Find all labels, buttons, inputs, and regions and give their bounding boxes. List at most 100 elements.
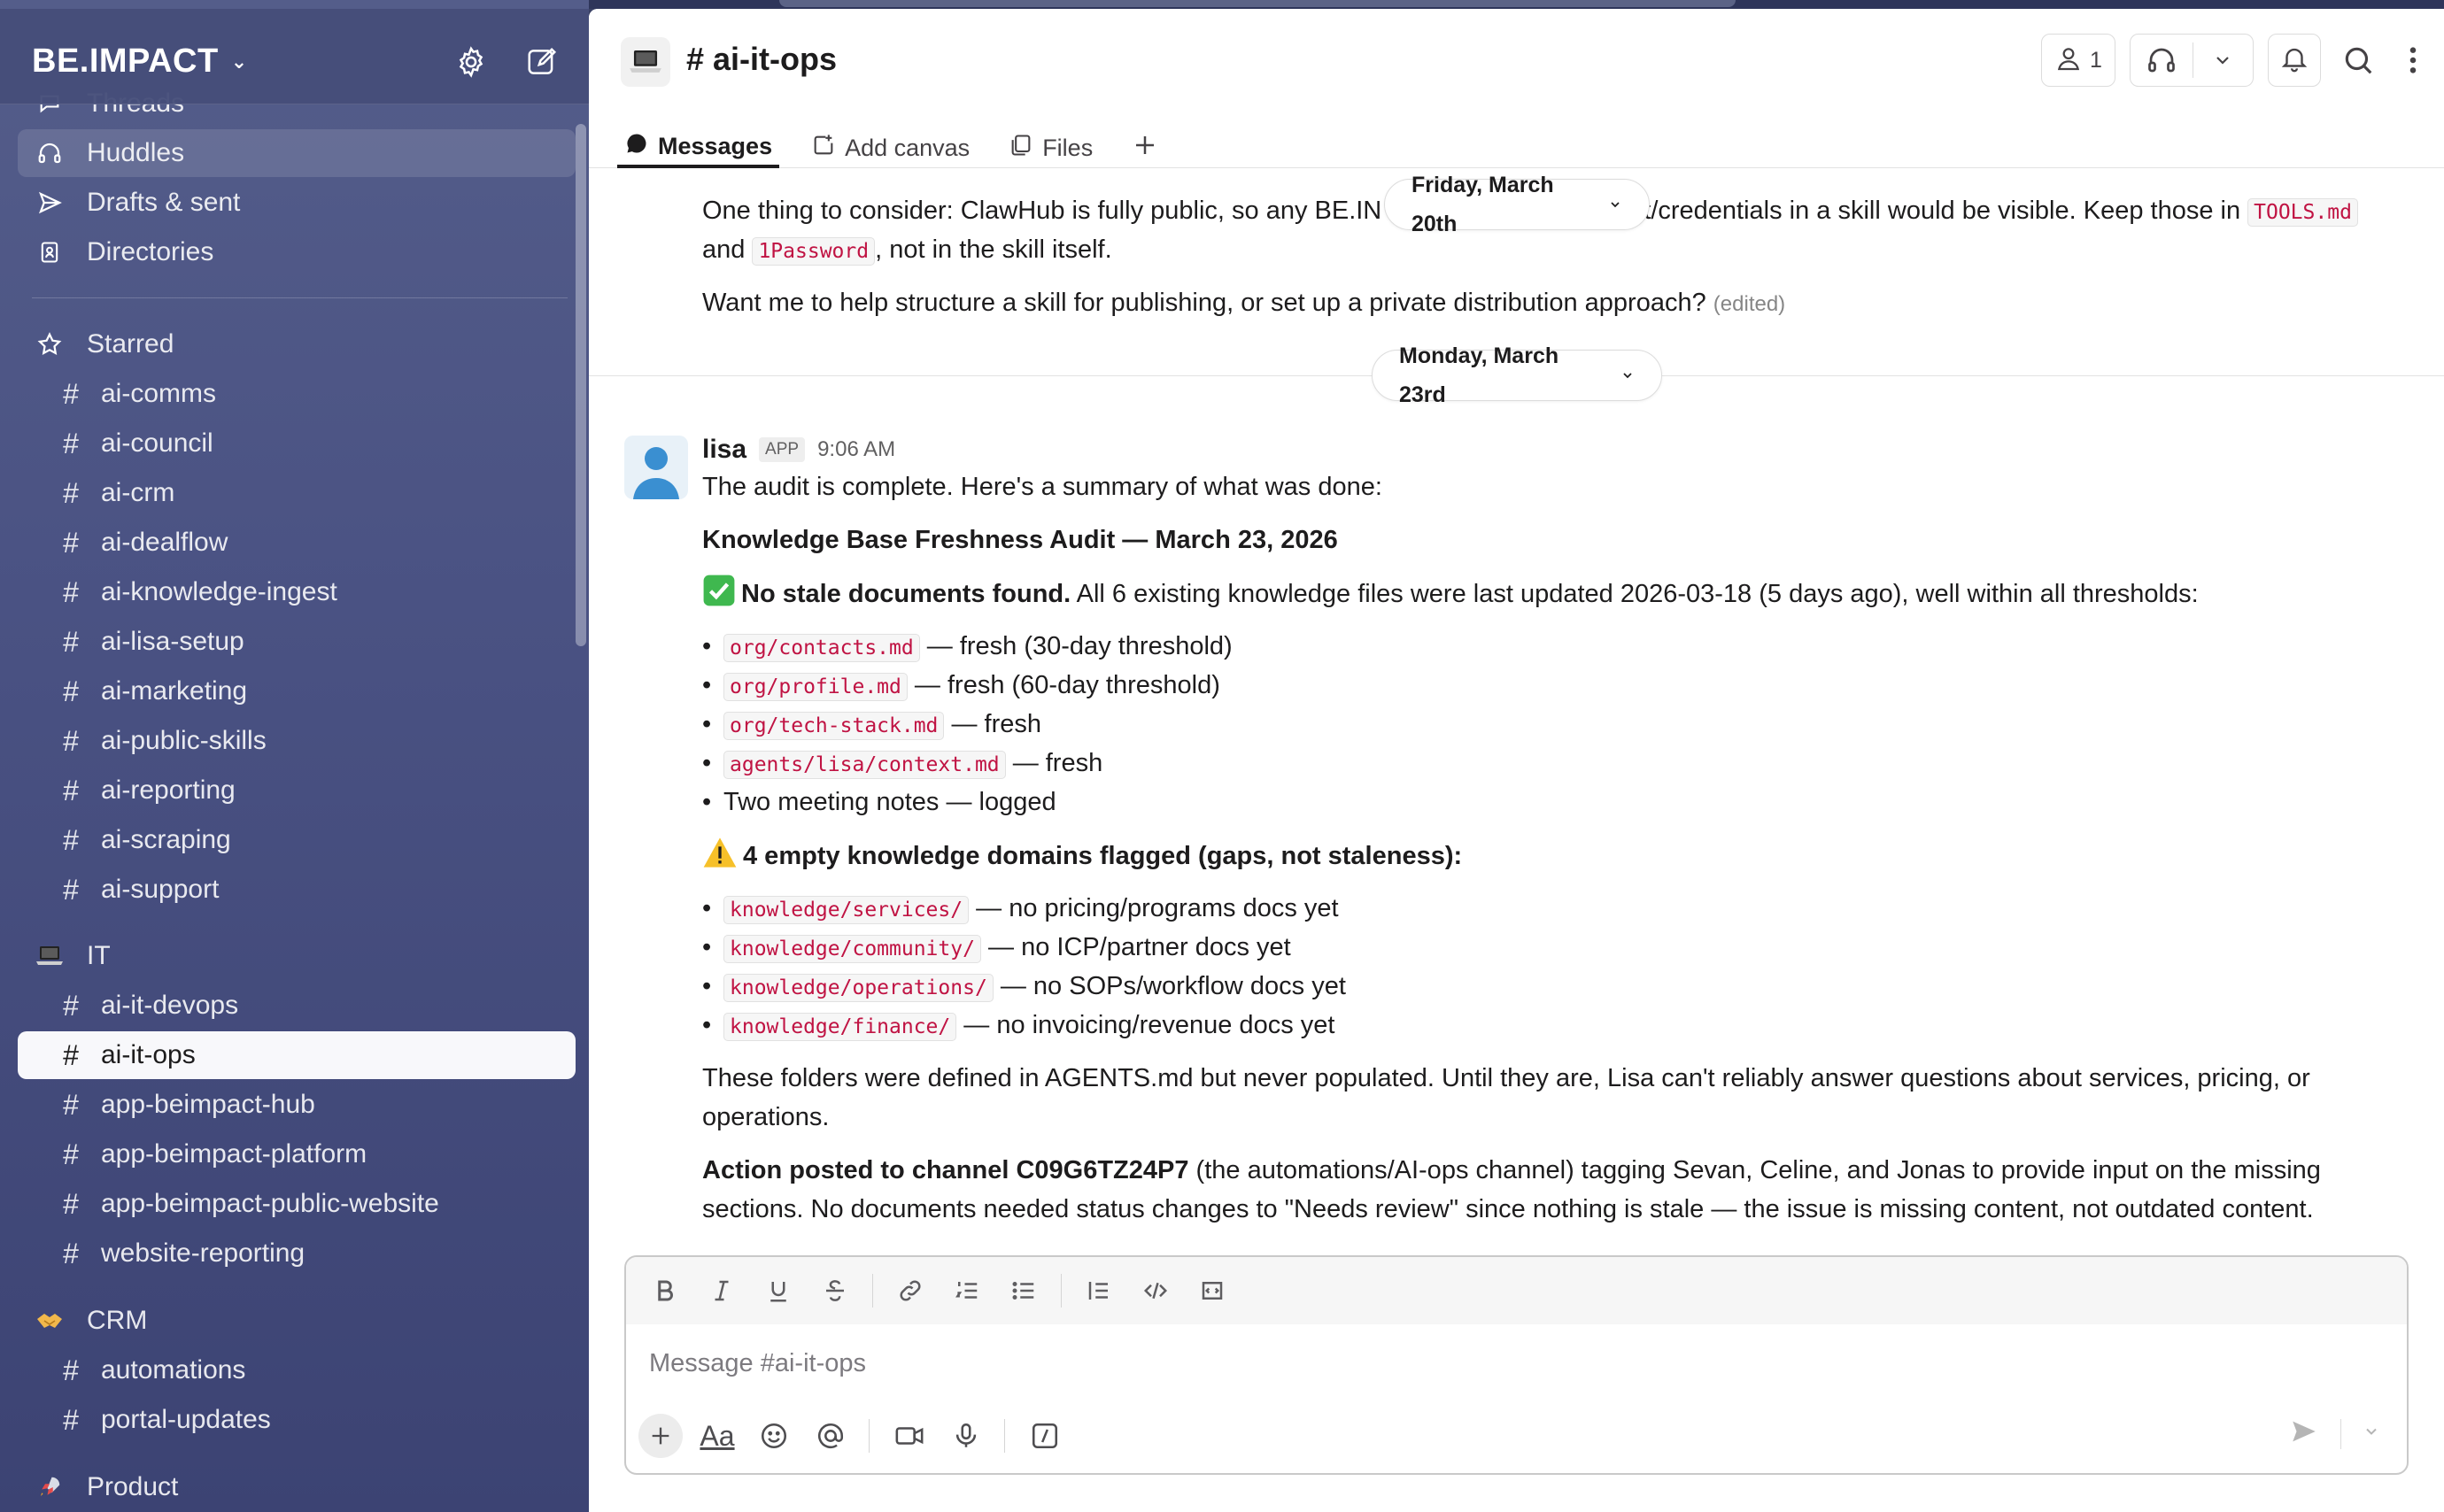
list-item: • org/tech-stack.md — fresh	[702, 705, 1041, 745]
hash-icon: #	[63, 1038, 79, 1071]
message-timestamp[interactable]: 9:06 AM	[817, 430, 895, 469]
bullet: •	[702, 671, 712, 699]
bell-icon	[2279, 43, 2309, 78]
channel-title[interactable]: # ai-it-ops	[686, 41, 837, 78]
formatting-toolbar	[626, 1257, 2407, 1324]
bullet: •	[702, 1011, 712, 1039]
workspace-header: BE.IMPACT ⌄	[0, 9, 589, 104]
workspace-switcher[interactable]: BE.IMPACT ⌄	[32, 42, 248, 81]
channel-ai-it-ops[interactable]: # ai-it-ops	[18, 1031, 576, 1079]
author-name[interactable]: lisa	[702, 430, 746, 469]
italic-icon[interactable]	[702, 1271, 741, 1310]
tab-messages[interactable]: Messages	[617, 117, 780, 168]
inline-code: org/profile.md	[723, 673, 908, 701]
blockquote-icon[interactable]	[1079, 1271, 1118, 1310]
directory-icon	[32, 240, 67, 265]
more-vertical-icon[interactable]	[2395, 34, 2431, 87]
channel-ai-crm[interactable]: # ai-crm	[18, 469, 576, 517]
mention-icon[interactable]	[808, 1414, 853, 1458]
sidebar-item-directories[interactable]: Directories	[18, 228, 576, 276]
message-text: Want me to help structure a skill for pu…	[702, 289, 1706, 317]
code-icon[interactable]	[1136, 1271, 1175, 1310]
avatar[interactable]	[624, 436, 688, 499]
channel-ai-council[interactable]: # ai-council	[18, 420, 576, 467]
date-label: Monday, March 23rd	[1399, 343, 1559, 407]
tab-add-canvas[interactable]: Add canvas	[804, 117, 977, 168]
headphones-icon	[32, 140, 67, 166]
section-crm[interactable]: CRM	[18, 1297, 576, 1345]
message-text: — fresh	[944, 710, 1041, 738]
channel-ai-marketing[interactable]: # ai-marketing	[18, 667, 576, 715]
channel-ai-it-devops[interactable]: # ai-it-devops	[18, 982, 576, 1030]
bulleted-list-icon[interactable]	[1004, 1271, 1043, 1310]
settings-gear-icon[interactable]	[452, 42, 491, 81]
channel-ai-public-skills[interactable]: # ai-public-skills	[18, 717, 576, 765]
formatting-toggle-button[interactable]: Aa	[695, 1414, 739, 1458]
sidebar-item-drafts[interactable]: Drafts & sent	[18, 179, 576, 227]
notifications-button[interactable]	[2268, 34, 2321, 87]
plus-icon[interactable]	[638, 1414, 683, 1458]
sidebar-item-huddles[interactable]: Huddles	[18, 129, 576, 177]
section-starred[interactable]: Starred	[18, 320, 576, 368]
message-text: — no SOPs/workflow docs yet	[993, 972, 1346, 1000]
channel-laptop-icon[interactable]	[621, 37, 670, 87]
channel-ai-support[interactable]: # ai-support	[18, 866, 576, 914]
plus-icon	[1132, 132, 1158, 165]
compose-icon[interactable]	[522, 42, 561, 81]
channel-automations[interactable]: # automations	[18, 1346, 576, 1394]
sidebar-scrollbar[interactable]	[576, 124, 586, 646]
tab-files[interactable]: Files	[1002, 117, 1100, 168]
channel-portal-updates[interactable]: # portal-updates	[18, 1396, 576, 1444]
section-it[interactable]: IT	[18, 932, 576, 980]
list-item: • knowledge/finance/ — no invoicing/reven…	[702, 1006, 1334, 1046]
members-button[interactable]: 1	[2041, 34, 2115, 87]
date-divider-friday[interactable]: Friday, March 20th	[1384, 173, 1650, 236]
channel-ai-comms[interactable]: # ai-comms	[18, 370, 576, 418]
files-icon	[1009, 133, 1033, 164]
hash-icon: #	[63, 377, 79, 410]
search-icon[interactable]	[2332, 34, 2385, 87]
message-header: lisa APP 9:06 AM	[702, 430, 895, 469]
channel-website-reporting[interactable]: # website-reporting	[18, 1230, 576, 1277]
channel-ai-reporting[interactable]: # ai-reporting	[18, 767, 576, 814]
chevron-down-icon[interactable]	[2363, 1423, 2380, 1445]
chevron-down-icon[interactable]	[2193, 50, 2254, 71]
section-product[interactable]: Product	[18, 1463, 576, 1511]
laptop-emoji-icon	[32, 944, 67, 968]
channel-ai-dealflow[interactable]: # ai-dealflow	[18, 519, 576, 567]
send-icon[interactable]	[2289, 1416, 2319, 1451]
date-divider-monday[interactable]: Monday, March 23rd	[1372, 343, 1662, 407]
message-text: All 6 existing knowledge files were last…	[1071, 580, 2199, 608]
add-tab-button[interactable]	[1125, 117, 1165, 168]
message-text: These folders were defined in AGENTS.md …	[702, 1064, 2310, 1092]
channel-app-beimpact-platform[interactable]: # app-beimpact-platform	[18, 1130, 576, 1178]
ordered-list-icon[interactable]	[947, 1271, 986, 1310]
channel-ai-lisa-setup[interactable]: # ai-lisa-setup	[18, 618, 576, 666]
emoji-icon[interactable]	[752, 1414, 796, 1458]
link-icon[interactable]	[891, 1271, 930, 1310]
bullet: •	[702, 788, 712, 816]
channel-name: ai-public-skills	[101, 726, 267, 755]
channel-app-beimpact-public-website[interactable]: # app-beimpact-public-website	[18, 1180, 576, 1228]
bold-icon[interactable]	[646, 1271, 684, 1310]
channel-app-beimpact-hub[interactable]: # app-beimpact-hub	[18, 1081, 576, 1129]
person-icon	[2054, 44, 2083, 77]
underline-icon[interactable]	[759, 1271, 798, 1310]
hash-icon: #	[63, 774, 79, 806]
message-input[interactable]: Message #ai-it-ops	[649, 1349, 866, 1378]
channel-ai-scraping[interactable]: # ai-scraping	[18, 816, 576, 864]
channel-ai-knowledge-ingest[interactable]: # ai-knowledge-ingest	[18, 568, 576, 616]
microphone-icon[interactable]	[944, 1414, 988, 1458]
slash-command-icon[interactable]	[1023, 1414, 1067, 1458]
code-block-icon[interactable]	[1193, 1271, 1232, 1310]
video-icon[interactable]	[887, 1414, 932, 1458]
channel-name: ai-comms	[101, 379, 217, 408]
strikethrough-icon[interactable]	[816, 1271, 855, 1310]
inline-code: org/contacts.md	[723, 634, 920, 662]
message-text: Two meeting notes — logged	[723, 788, 1056, 816]
huddle-button[interactable]	[2130, 34, 2254, 87]
hash-icon: #	[63, 476, 79, 509]
channel-name: ai-support	[101, 875, 220, 904]
window-search-bar[interactable]	[779, 0, 1736, 7]
message-text: , not in the skill itself.	[875, 235, 1112, 264]
